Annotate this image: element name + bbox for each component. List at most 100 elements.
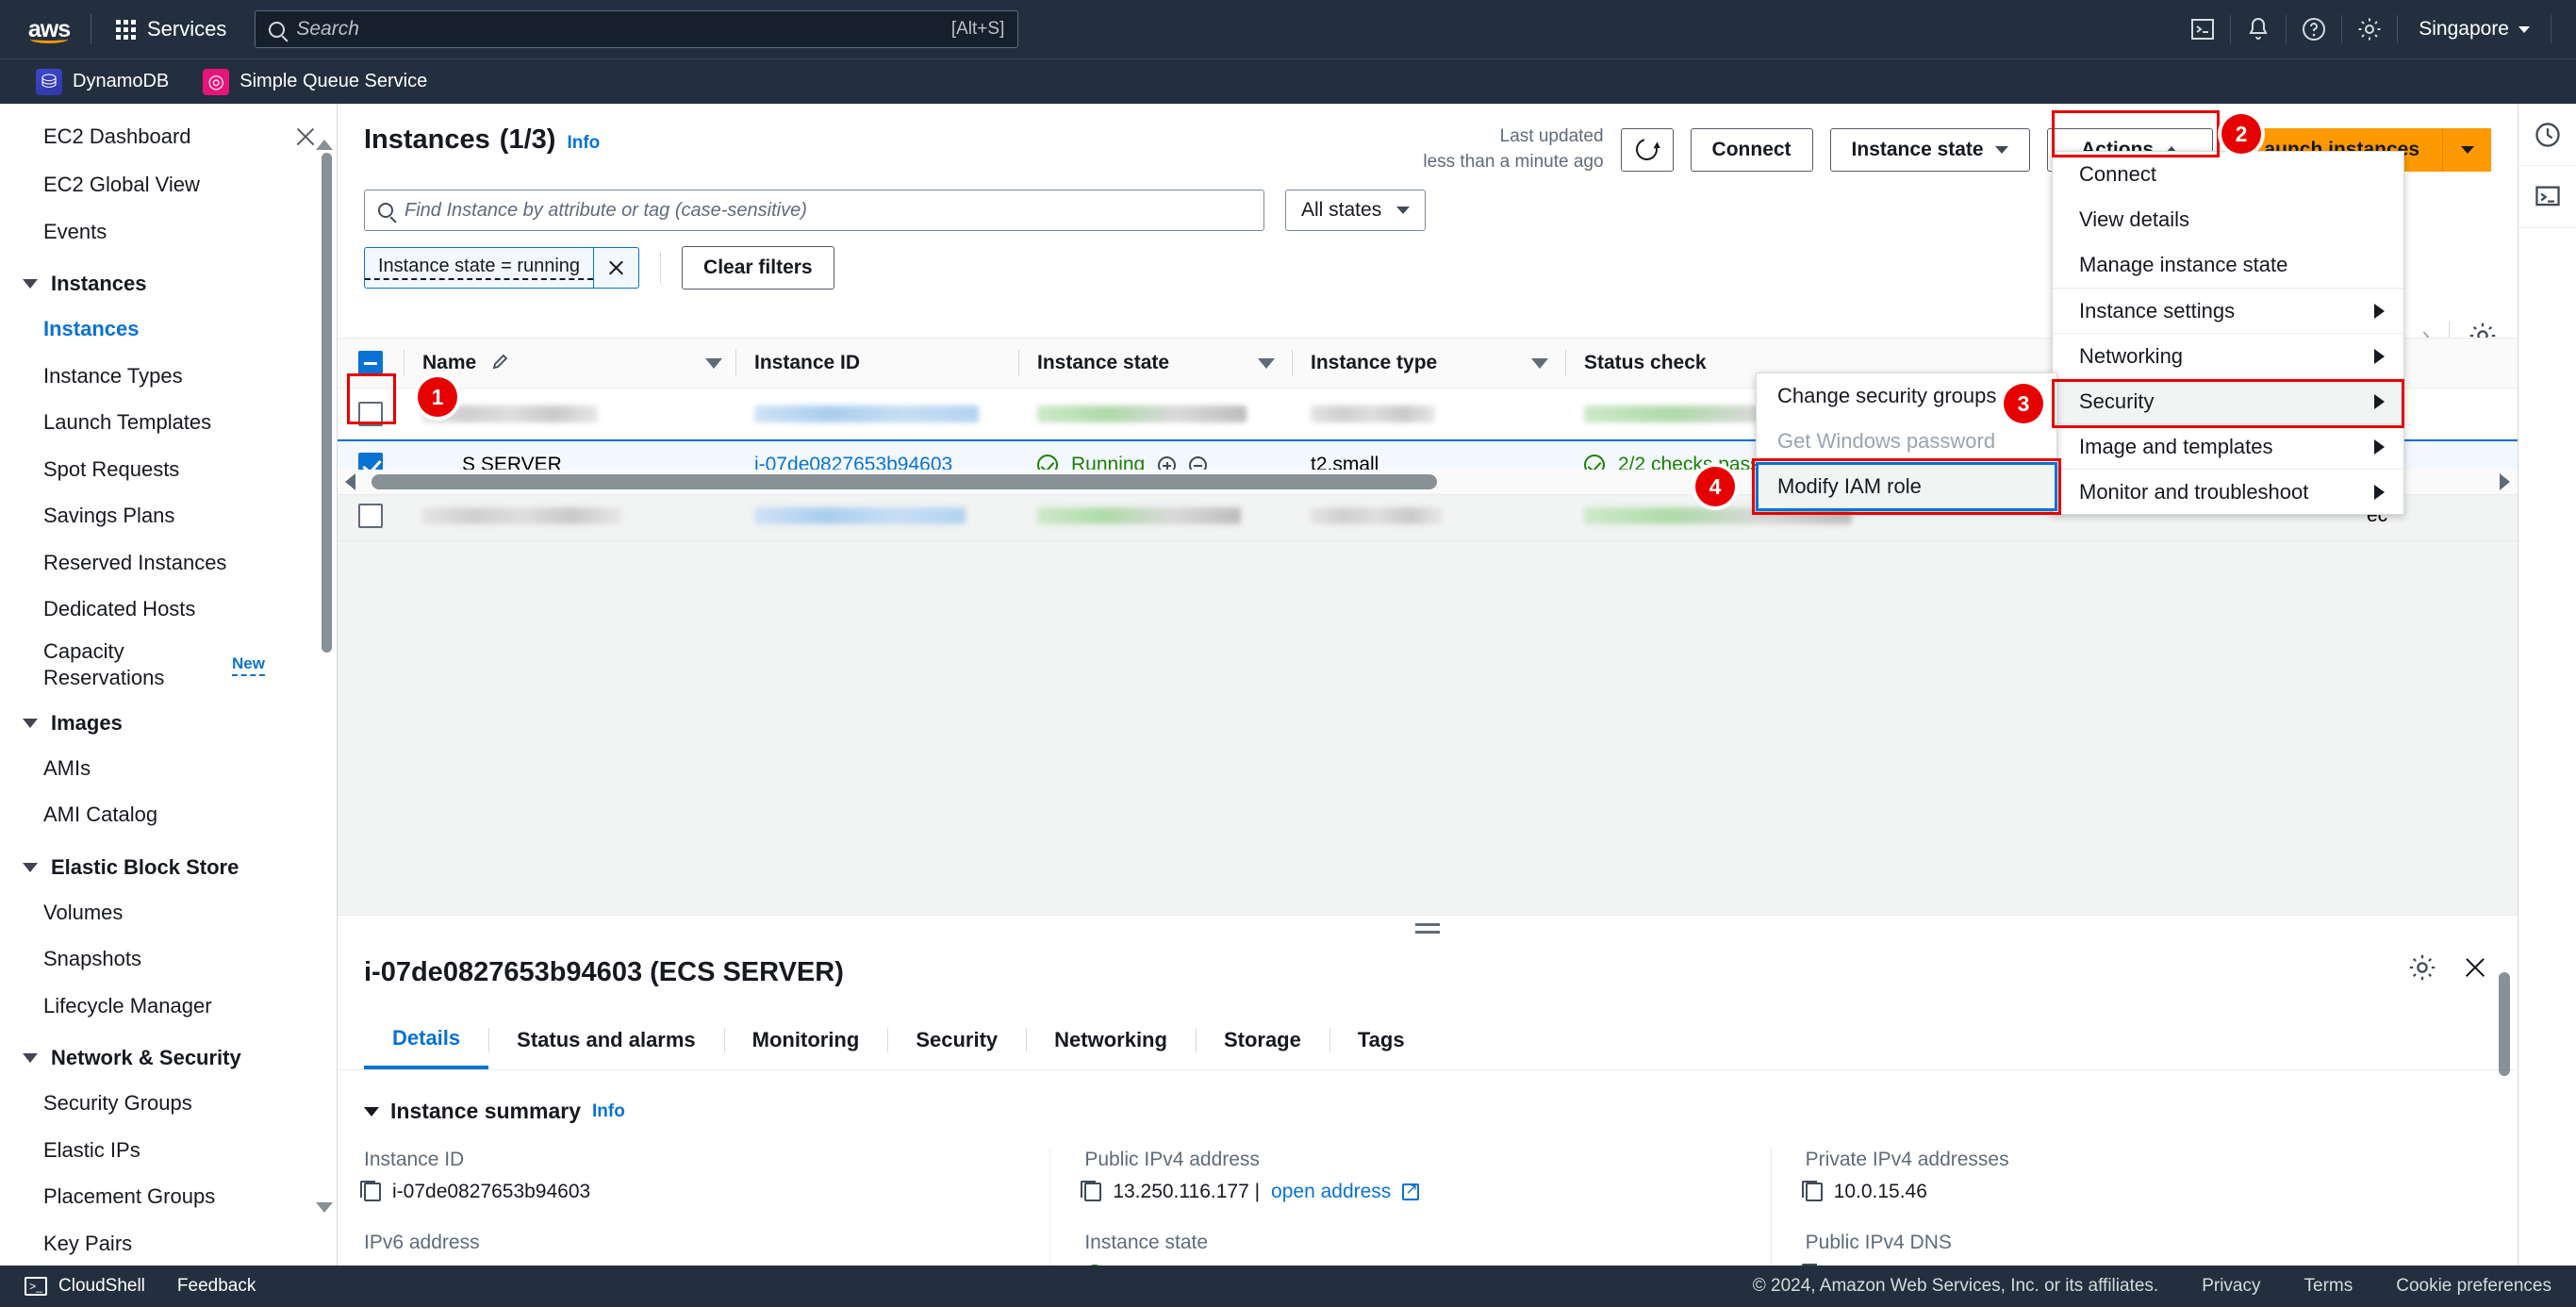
copy-icon[interactable] <box>1081 1181 1102 1201</box>
sidebar-item-amis[interactable]: AMIs <box>0 745 337 792</box>
connect-button[interactable]: Connect <box>1690 127 1813 172</box>
sidebar-item-key-pairs[interactable]: Key Pairs <box>0 1220 337 1266</box>
edit-pencil-icon[interactable] <box>491 354 510 372</box>
sidebar-item-savings-plans[interactable]: Savings Plans <box>0 492 337 539</box>
sidebar-scrollbar[interactable] <box>322 136 332 1228</box>
refresh-button[interactable] <box>1620 127 1674 172</box>
menu-item-monitor-and-troubleshoot[interactable]: Monitor and troubleshoot <box>2053 469 2403 514</box>
sidebar-item-ami-catalog[interactable]: AMI Catalog <box>0 791 337 838</box>
sidebar-item-events[interactable]: Events <box>0 208 337 256</box>
instance-state-button[interactable]: Instance state <box>1829 127 2030 172</box>
filter-token-instance-state[interactable]: Instance state = running <box>364 247 640 290</box>
sort-icon[interactable] <box>705 357 722 369</box>
select-all-cell[interactable] <box>338 351 404 375</box>
submenu-item-modify-iam-role[interactable]: Modify IAM role <box>1757 464 2056 509</box>
menu-item-networking[interactable]: Networking <box>2053 333 2403 378</box>
find-instance-input[interactable]: Find Instance by attribute or tag (case-… <box>364 190 1264 232</box>
cookie-preferences-link[interactable]: Cookie preferences <box>2396 1276 2551 1297</box>
sidebar-item-volumes[interactable]: Volumes <box>0 889 337 936</box>
cloudshell-button[interactable]: >_ CloudShell <box>25 1276 145 1297</box>
column-header-instance-state[interactable]: Instance state <box>1018 339 1292 388</box>
sidebar-item-launch-templates[interactable]: Launch Templates <box>0 399 337 446</box>
clear-filters-button[interactable]: Clear filters <box>682 246 834 290</box>
detail-settings-gear-icon[interactable] <box>2408 953 2436 982</box>
sidebar-item-capacity-reservations[interactable]: Capacity Reservations New <box>0 633 337 694</box>
panel-resize-handle[interactable] <box>1415 923 1440 938</box>
row-select-cell[interactable] <box>338 401 404 426</box>
row-checkbox[interactable] <box>358 401 383 426</box>
last-updated-line2: less than a minute ago <box>1423 151 1604 172</box>
tab-security[interactable]: Security <box>887 1015 1026 1067</box>
sidebar-item-instances[interactable]: Instances <box>0 306 337 353</box>
sidebar-group-network-security[interactable]: Network & Security <box>0 1029 337 1080</box>
copy-icon[interactable] <box>1801 1181 1823 1201</box>
tab-monitoring[interactable]: Monitoring <box>723 1015 888 1067</box>
sidebar-group-instances[interactable]: Instances <box>0 255 337 306</box>
tab-networking[interactable]: Networking <box>1026 1015 1196 1067</box>
tab-tags[interactable]: Tags <box>1329 1015 1433 1067</box>
menu-item-connect[interactable]: Connect <box>2053 152 2403 197</box>
sidebar-item-reserved-instances[interactable]: Reserved Instances <box>0 539 337 587</box>
menu-item-instance-settings[interactable]: Instance settings <box>2053 288 2403 333</box>
sidebar-group-elastic-block-store[interactable]: Elastic Block Store <box>0 838 337 889</box>
help-icon[interactable] <box>2287 0 2341 58</box>
row-select-cell[interactable] <box>338 503 404 528</box>
select-all-checkbox[interactable] <box>358 351 383 375</box>
scroll-left-arrow-icon[interactable] <box>345 473 355 490</box>
sidebar-item-elastic-ips[interactable]: Elastic IPs <box>0 1127 337 1174</box>
global-search-input[interactable]: Search [Alt+S] <box>255 10 1019 48</box>
all-states-select[interactable]: All states <box>1285 190 1427 232</box>
external-link-icon[interactable] <box>1402 1180 1420 1200</box>
scroll-right-arrow-icon[interactable] <box>2500 473 2510 490</box>
column-header-name[interactable]: Name <box>404 339 735 388</box>
close-detail-panel-icon[interactable] <box>2461 953 2489 982</box>
menu-item-security[interactable]: Security <box>2053 378 2403 423</box>
open-address-link[interactable]: open address <box>1271 1181 1391 1203</box>
sidebar-item-ec2-global-view[interactable]: EC2 Global View <box>0 161 337 208</box>
column-header-instance-id[interactable]: Instance ID <box>735 339 1018 388</box>
scrollbar-thumb[interactable] <box>322 153 332 653</box>
feedback-button[interactable]: Feedback <box>177 1276 256 1297</box>
launch-instances-dropdown-button[interactable] <box>2442 127 2491 172</box>
cloudshell-panel-icon[interactable] <box>2518 166 2576 228</box>
tab-status-and-alarms[interactable]: Status and alarms <box>488 1015 724 1067</box>
sidebar-item-dedicated-hosts[interactable]: Dedicated Hosts <box>0 586 337 633</box>
sidebar-item-spot-requests[interactable]: Spot Requests <box>0 446 337 493</box>
column-header-instance-type[interactable]: Instance type <box>1292 339 1565 388</box>
detail-scrollbar[interactable] <box>2499 972 2510 1247</box>
service-shortcut-sqs[interactable]: ◎ Simple Queue Service <box>190 68 440 95</box>
cloudshell-icon[interactable] <box>2175 0 2230 58</box>
sidebar-item-lifecycle-manager[interactable]: Lifecycle Manager <box>0 983 337 1030</box>
sidebar-item-instance-types[interactable]: Instance Types <box>0 353 337 400</box>
sidebar-item-security-groups[interactable]: Security Groups <box>0 1080 337 1127</box>
settings-icon[interactable] <box>2342 0 2397 58</box>
copy-icon[interactable] <box>360 1181 381 1201</box>
privacy-link[interactable]: Privacy <box>2202 1276 2260 1297</box>
sort-icon[interactable] <box>1258 357 1275 369</box>
sidebar-item-snapshots[interactable]: Snapshots <box>0 935 337 983</box>
info-link[interactable]: Info <box>592 1101 625 1122</box>
scrollbar-thumb[interactable] <box>372 474 1437 489</box>
scroll-down-arrow-icon[interactable] <box>316 1202 333 1213</box>
recent-history-icon[interactable] <box>2518 104 2576 166</box>
sidebar-item-placement-groups[interactable]: Placement Groups <box>0 1173 337 1220</box>
info-link[interactable]: Info <box>567 133 600 154</box>
aws-logo[interactable]: aws <box>25 13 74 45</box>
remove-filter-icon[interactable] <box>593 248 638 289</box>
menu-item-image-and-templates[interactable]: Image and templates <box>2053 423 2403 469</box>
services-menu-button[interactable]: Services <box>108 11 234 47</box>
region-selector[interactable]: Singapore <box>2398 0 2551 58</box>
tab-storage[interactable]: Storage <box>1195 1015 1329 1067</box>
bell-icon[interactable] <box>2231 0 2286 58</box>
menu-item-view-details[interactable]: View details <box>2053 197 2403 242</box>
menu-item-manage-instance-state[interactable]: Manage instance state <box>2053 242 2403 288</box>
sidebar-group-images[interactable]: Images <box>0 694 337 745</box>
row-checkbox[interactable] <box>358 503 383 528</box>
tab-details[interactable]: Details <box>364 1013 489 1069</box>
service-shortcut-dynamodb[interactable]: ⛁ DynamoDB <box>23 68 182 95</box>
terms-link[interactable]: Terms <box>2304 1276 2353 1297</box>
scrollbar-thumb[interactable] <box>2499 972 2510 1076</box>
instance-summary-header[interactable]: Instance summary Info <box>338 1070 2518 1124</box>
sidebar-item-ec2-dashboard[interactable]: EC2 Dashboard <box>0 104 337 161</box>
sort-icon[interactable] <box>1531 357 1548 369</box>
